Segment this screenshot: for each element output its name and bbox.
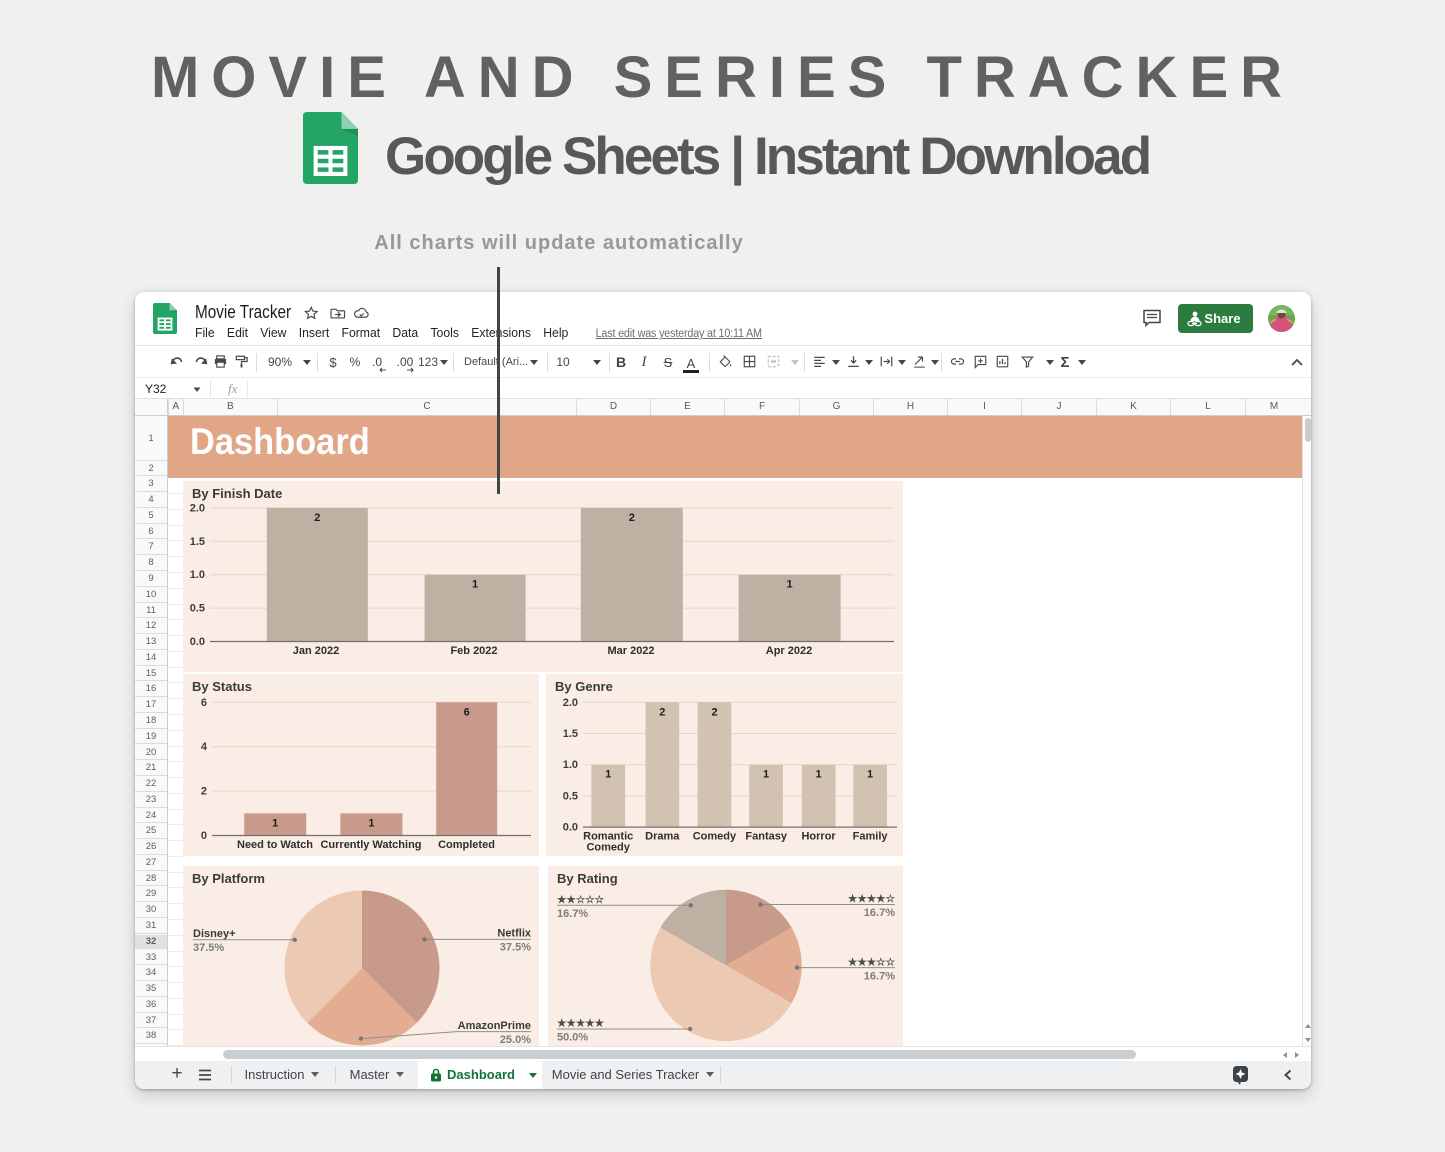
svg-text:1: 1 xyxy=(605,769,611,781)
svg-text:1.5: 1.5 xyxy=(190,536,205,548)
svg-text:Comedy: Comedy xyxy=(586,842,630,854)
svg-text:16.7%: 16.7% xyxy=(864,907,895,919)
svg-text:6: 6 xyxy=(201,697,207,709)
svg-text:4: 4 xyxy=(201,741,208,753)
svg-text:1.0: 1.0 xyxy=(190,569,205,581)
svg-text:Need to Watch: Need to Watch xyxy=(237,839,313,851)
svg-text:Disney+: Disney+ xyxy=(193,928,236,940)
svg-text:Horror: Horror xyxy=(801,831,836,843)
svg-text:1: 1 xyxy=(472,579,478,591)
svg-text:37.5%: 37.5% xyxy=(500,942,531,954)
svg-text:Feb 2022: Feb 2022 xyxy=(450,645,497,657)
svg-text:0.5: 0.5 xyxy=(563,790,578,802)
svg-text:Fantasy: Fantasy xyxy=(745,831,787,843)
svg-text:★★★★☆: ★★★★☆ xyxy=(848,893,896,905)
svg-text:1.0: 1.0 xyxy=(563,759,578,771)
svg-text:Currently Watching: Currently Watching xyxy=(320,839,421,851)
svg-text:Drama: Drama xyxy=(645,831,680,843)
svg-text:Netflix: Netflix xyxy=(497,928,532,940)
svg-text:1: 1 xyxy=(763,769,769,781)
svg-text:1.5: 1.5 xyxy=(563,728,578,740)
svg-text:★★★☆☆: ★★★☆☆ xyxy=(848,956,896,968)
svg-text:2: 2 xyxy=(659,706,665,718)
svg-text:1: 1 xyxy=(867,769,873,781)
svg-text:2: 2 xyxy=(711,706,717,718)
svg-text:2: 2 xyxy=(314,512,320,524)
svg-text:Family: Family xyxy=(853,831,889,843)
svg-text:37.5%: 37.5% xyxy=(193,942,224,954)
svg-text:6: 6 xyxy=(464,706,470,718)
svg-text:Completed: Completed xyxy=(438,839,495,851)
svg-text:0.0: 0.0 xyxy=(563,822,578,834)
svg-text:50.0%: 50.0% xyxy=(557,1032,588,1044)
svg-text:0: 0 xyxy=(201,830,207,842)
svg-text:1: 1 xyxy=(816,769,822,781)
svg-text:Jan 2022: Jan 2022 xyxy=(293,645,339,657)
svg-text:Apr 2022: Apr 2022 xyxy=(766,645,812,657)
svg-text:16.7%: 16.7% xyxy=(864,970,895,982)
svg-text:★★☆☆☆: ★★☆☆☆ xyxy=(557,894,605,906)
svg-text:25.0%: 25.0% xyxy=(500,1034,531,1046)
svg-text:1: 1 xyxy=(368,817,374,829)
svg-text:AmazonPrime: AmazonPrime xyxy=(458,1020,531,1032)
svg-text:1: 1 xyxy=(787,579,793,591)
svg-text:16.7%: 16.7% xyxy=(557,908,588,920)
svg-text:2.0: 2.0 xyxy=(190,502,205,514)
svg-text:★★★★★: ★★★★★ xyxy=(557,1018,605,1030)
svg-text:1: 1 xyxy=(272,817,278,829)
svg-text:Mar 2022: Mar 2022 xyxy=(607,645,654,657)
svg-text:0.0: 0.0 xyxy=(190,636,205,648)
svg-text:2.0: 2.0 xyxy=(563,697,578,709)
svg-text:2: 2 xyxy=(629,512,635,524)
svg-text:Comedy: Comedy xyxy=(693,831,737,843)
svg-text:0.5: 0.5 xyxy=(190,603,205,615)
svg-text:2: 2 xyxy=(201,786,207,798)
